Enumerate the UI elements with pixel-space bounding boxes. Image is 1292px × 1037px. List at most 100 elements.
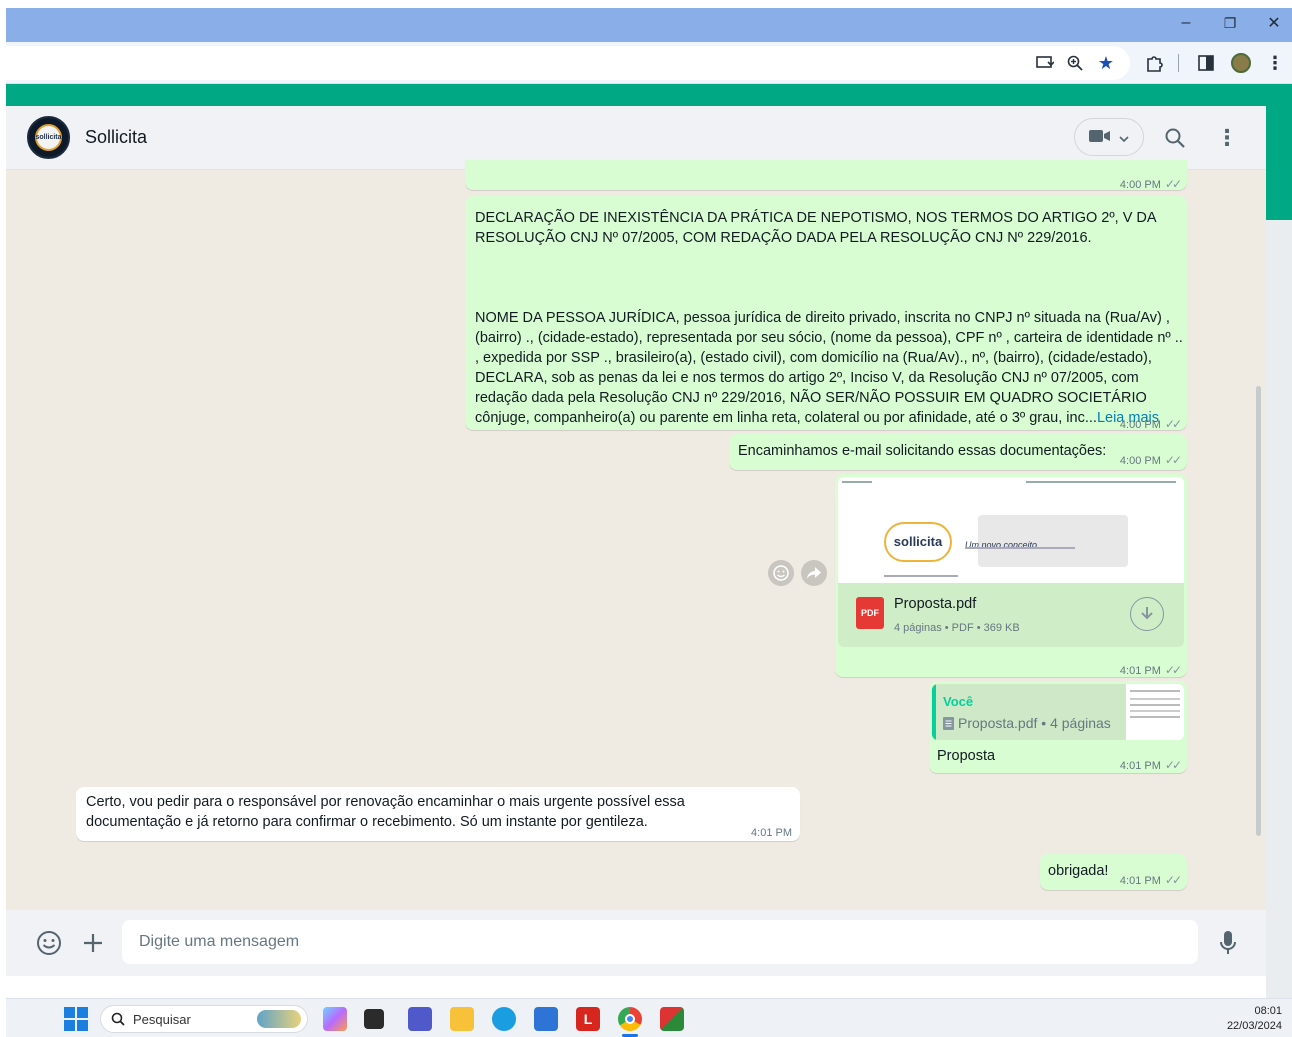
file-explorer-icon[interactable] <box>450 1007 474 1031</box>
voice-message-button[interactable] <box>1213 928 1243 958</box>
file-card[interactable]: PDF Proposta.pdf 4 páginas • PDF • 369 K… <box>838 583 1184 647</box>
edge-icon[interactable] <box>492 1007 516 1031</box>
message-time: 4:00 PM ✓✓ <box>1119 453 1182 467</box>
message-text: obrigada! <box>1048 863 1109 879</box>
message-scrollbar[interactable] <box>1256 386 1261 836</box>
message-list: 4:00 PM ✓✓ DECLARAÇÃO DE INEXISTÊNCIA DA … <box>6 160 1266 910</box>
message-bubble-outgoing[interactable]: Encaminhamos e-mail solicitando essas do… <box>729 434 1187 470</box>
quoted-message[interactable]: Você Proposta.pdf • 4 páginas <box>932 684 1184 740</box>
preview-brand-logo: sollicita <box>884 522 952 562</box>
attach-button[interactable] <box>78 928 108 958</box>
avatar-logo: sollicita <box>35 124 62 151</box>
forward-button[interactable] <box>801 560 827 586</box>
browser-titlebar: – ❐ ✕ <box>6 8 1292 42</box>
task-view-icon[interactable] <box>364 1009 384 1029</box>
file-meta: 4 páginas • PDF • 369 KB <box>894 622 1020 634</box>
read-ticks-icon: ✓✓ <box>1164 663 1182 677</box>
address-bar[interactable] <box>6 46 1130 80</box>
contact-avatar[interactable]: sollicita <box>27 116 70 159</box>
message-bubble-outgoing[interactable]: Você Proposta.pdf • 4 páginas Proposta 4… <box>929 681 1187 773</box>
read-ticks-icon: ✓✓ <box>1164 453 1182 467</box>
microphone-icon <box>1220 931 1236 954</box>
app-accent-strip <box>6 84 1292 106</box>
message-input[interactable]: Digite uma mensagem <box>122 920 1198 964</box>
video-camera-icon <box>1089 129 1111 146</box>
teams-icon[interactable] <box>408 1007 432 1031</box>
quote-thumbnail <box>1126 684 1184 740</box>
chevron-down-icon <box>1119 130 1129 145</box>
preview-line <box>884 575 958 577</box>
emoji-picker-button[interactable] <box>34 928 64 958</box>
read-ticks-icon: ✓✓ <box>1164 758 1182 772</box>
clock-time: 08:01 <box>1254 1005 1282 1017</box>
chrome-icon[interactable] <box>618 1007 642 1031</box>
profile-avatar[interactable] <box>1229 51 1253 75</box>
video-call-button[interactable] <box>1074 118 1144 156</box>
file-name: Proposta.pdf <box>894 596 977 612</box>
preview-line <box>1026 481 1176 483</box>
pdf-preview-thumbnail[interactable]: sollicita Um novo conceito <box>838 477 1184 583</box>
download-button[interactable] <box>1130 597 1164 631</box>
quote-accent-bar <box>932 684 936 740</box>
message-text: Encaminhamos e-mail solicitando essas do… <box>738 443 1107 459</box>
message-bubble-incoming[interactable]: Certo, vou pedir para o responsável por … <box>76 787 800 841</box>
message-time: 4:01 PM ✓✓ <box>1119 873 1182 887</box>
message-text: Certo, vou pedir para o responsável por … <box>86 794 685 830</box>
message-text: NOME DA PESSOA JURÍDICA, pessoa jurídica… <box>475 310 1183 426</box>
message-time: 4:00 PM ✓✓ <box>1119 417 1182 431</box>
message-bubble-outgoing[interactable]: obrigada! 4:01 PM ✓✓ <box>1040 854 1187 890</box>
read-ticks-icon: ✓✓ <box>1164 417 1182 431</box>
l-app-icon[interactable]: L <box>576 1007 600 1031</box>
composer-bar: Digite uma mensagem <box>6 910 1266 976</box>
message-text: Proposta <box>937 748 996 764</box>
windows-start-icon[interactable] <box>64 1007 88 1031</box>
clock-date: 22/03/2024 <box>1226 1020 1282 1032</box>
pdf-file-icon: PDF <box>856 597 884 629</box>
taskbar-search[interactable]: Pesquisar <box>100 1005 308 1033</box>
minimize-button[interactable]: – <box>1164 8 1208 38</box>
message-bubble-outgoing[interactable]: sollicita Um novo conceito PDF Proposta.… <box>835 474 1187 677</box>
close-window-button[interactable]: ✕ <box>1252 8 1292 38</box>
app-accent-side <box>1266 106 1292 220</box>
message-time: 4:01 PM <box>751 827 792 839</box>
app-side-background <box>1266 220 1292 1000</box>
message-bubble-outgoing[interactable]: DECLARAÇÃO DE INEXISTÊNCIA DA PRÁTICA DE… <box>465 196 1187 431</box>
windows-taskbar: Pesquisar L 08:01 22/03/2024 <box>6 998 1292 1037</box>
preview-line <box>965 547 1075 549</box>
extensions-icon[interactable] <box>1142 51 1166 75</box>
toolbar-divider <box>1178 54 1179 72</box>
emoji-icon <box>773 565 789 581</box>
spreadsheet-app-icon[interactable] <box>660 1007 684 1031</box>
message-time: 4:00 PM ✓✓ <box>1119 177 1182 191</box>
preview-tagline: Um novo conceito <box>965 540 1038 550</box>
search-icon[interactable] <box>1159 122 1191 154</box>
download-arrow-icon <box>1141 607 1153 620</box>
search-icon <box>111 1012 125 1026</box>
read-ticks-icon: ✓✓ <box>1164 873 1182 887</box>
taskbar-search-label: Pesquisar <box>133 1011 191 1027</box>
store-icon[interactable] <box>534 1007 558 1031</box>
read-ticks-icon: ✓✓ <box>1164 177 1182 191</box>
quote-file: Proposta.pdf • 4 páginas <box>943 713 1111 733</box>
chat-app: sollicita Sollicita ⋮ 4:00 PM ✓✓ DECLARAÇ… <box>6 106 1266 976</box>
search-highlight-icon <box>257 1010 301 1028</box>
message-time: 4:01 PM ✓✓ <box>1119 758 1182 772</box>
contact-name[interactable]: Sollicita <box>85 127 147 148</box>
react-button[interactable] <box>768 560 794 586</box>
zoom-icon[interactable] <box>1063 51 1087 75</box>
emoji-icon <box>37 931 61 955</box>
chat-menu-icon[interactable]: ⋮ <box>1211 122 1243 154</box>
message-bubble-outgoing[interactable]: 4:00 PM ✓✓ <box>465 160 1187 191</box>
plus-icon <box>84 934 102 952</box>
restore-button[interactable]: ❐ <box>1208 8 1252 38</box>
browser-menu-icon[interactable]: ⋮ <box>1263 51 1287 75</box>
system-clock[interactable]: 08:01 22/03/2024 <box>1202 1004 1282 1034</box>
browser-toolbar: ★ ⋮ <box>6 42 1292 84</box>
bookmark-star-icon[interactable]: ★ <box>1094 51 1118 75</box>
side-panel-icon[interactable] <box>1194 51 1218 75</box>
forward-arrow-icon <box>807 567 821 579</box>
quote-author: Você <box>943 694 974 709</box>
install-app-icon[interactable] <box>1033 51 1057 75</box>
document-icon <box>943 716 954 730</box>
copilot-icon[interactable] <box>323 1007 347 1031</box>
